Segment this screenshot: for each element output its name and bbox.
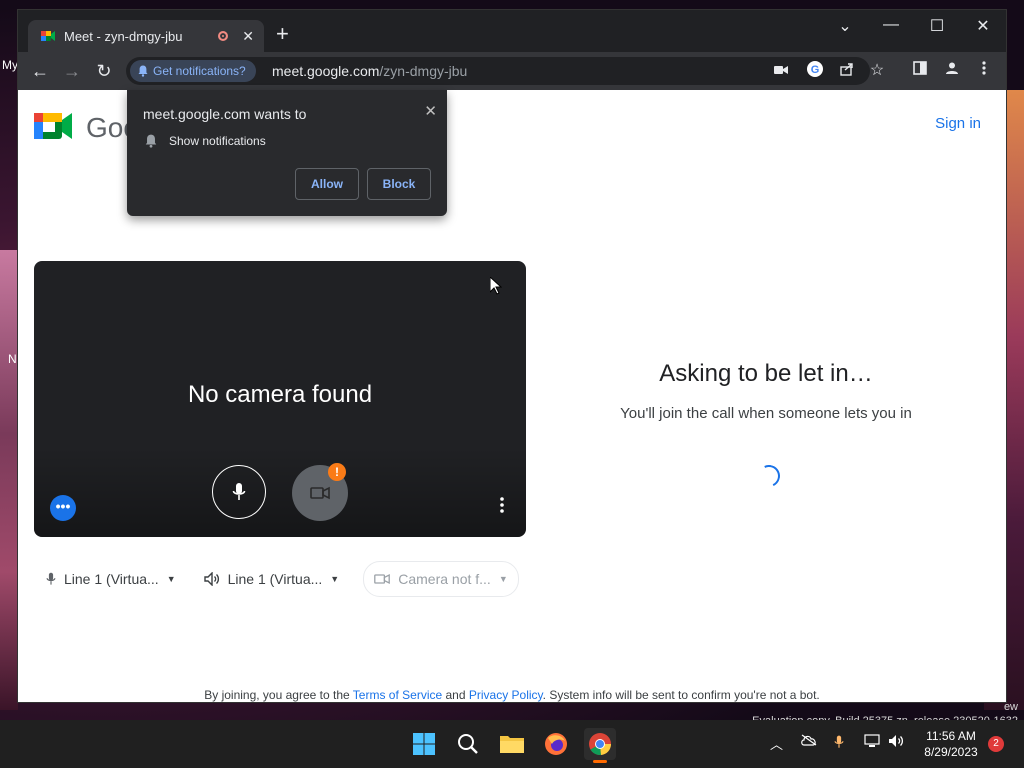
tab-title: Meet - zyn-dmgy-jbu (64, 28, 183, 44)
url-text[interactable]: meet.google.com/zyn-dmgy-jbu (272, 63, 467, 79)
title-bar: Meet - zyn-dmgy-jbu ✕ + ⌄ — ☐ ✕ (18, 10, 1006, 52)
bookmark-star-icon[interactable]: ☆ (868, 60, 886, 80)
chrome-window: Meet - zyn-dmgy-jbu ✕ + ⌄ — ☐ ✕ ← → ↻ Ge… (18, 10, 1006, 702)
video-camera-icon (374, 573, 391, 585)
back-button[interactable]: ← (28, 60, 52, 82)
footer-text: By joining, you agree to the (204, 688, 350, 702)
microphone-icon (232, 483, 246, 500)
notification-permission-chip[interactable]: Get notifications? (130, 60, 256, 82)
camera-preview: No camera found ! ••• (34, 261, 526, 537)
folder-icon (500, 736, 524, 753)
waiting-title: Asking to be let in… (659, 360, 873, 387)
maximize-button[interactable]: ☐ (922, 16, 952, 36)
permission-row: Show notifications (145, 134, 266, 148)
speaker-icon (203, 572, 219, 586)
wallpaper (0, 250, 18, 710)
clock-date: 8/29/2023 (924, 745, 978, 759)
waiting-message: You'll join the call when someone lets y… (620, 405, 912, 422)
block-button[interactable]: Block (367, 168, 431, 200)
taskbar: ︿ 11:56 AM 8/29/2023 2 (0, 720, 1024, 768)
chevron-down-icon: ▼ (330, 574, 340, 584)
microphone-select[interactable]: Line 1 (Virtua... ▼ (36, 562, 186, 596)
profile-icon[interactable] (942, 61, 962, 79)
show-hidden-icons-chevron-icon[interactable]: ︿ (770, 734, 783, 753)
desktop-icon-label[interactable]: My (2, 58, 18, 72)
chrome-menu-icon[interactable] (974, 61, 994, 79)
tab-search-button[interactable]: ⌄ (830, 16, 860, 36)
tab-meet[interactable]: Meet - zyn-dmgy-jbu ✕ (28, 20, 264, 52)
terms-footer: By joining, you agree to the Terms of Se… (18, 688, 1006, 702)
footer-text: and (445, 688, 466, 702)
tab-close-icon[interactable]: ✕ (242, 28, 254, 45)
share-icon[interactable] (838, 62, 856, 79)
chevron-down-icon: ▼ (166, 574, 176, 584)
new-tab-button[interactable]: + (276, 23, 289, 45)
microphone-icon (46, 572, 56, 585)
bell-icon (145, 134, 157, 148)
meet-favicon-icon (41, 31, 55, 41)
microphone-select-label: Line 1 (Virtua... (64, 571, 159, 587)
file-explorer-button[interactable] (496, 728, 528, 760)
speaker-select[interactable]: Line 1 (Virtua... ▼ (194, 562, 350, 596)
allow-button[interactable]: Allow (295, 168, 359, 200)
chip-label: Get notifications? (153, 64, 246, 78)
windows-logo-icon (413, 733, 435, 755)
minimize-button[interactable]: — (876, 16, 906, 34)
microphone-in-use-icon[interactable] (834, 734, 844, 753)
volume-icon[interactable] (888, 734, 904, 751)
chrome-button[interactable] (584, 728, 616, 763)
search-button[interactable] (452, 728, 484, 760)
loading-spinner-icon (754, 461, 784, 491)
onedrive-cloud-icon[interactable] (800, 734, 818, 749)
firefox-icon (545, 733, 567, 755)
no-camera-message: No camera found (187, 381, 373, 408)
microphone-toggle-button[interactable] (212, 465, 266, 519)
camera-select[interactable]: Camera not f... ▼ (363, 561, 519, 597)
browser-toolbar: ← → ↻ Get notifications? meet.google.com… (18, 52, 1006, 90)
clock-time: 11:56 AM (926, 729, 976, 743)
popup-title: meet.google.com wants to (143, 106, 307, 122)
more-options-icon[interactable] (500, 497, 504, 513)
watermark-line: ew (1003, 701, 1018, 713)
address-bar[interactable]: Get notifications? meet.google.com/zyn-d… (126, 57, 884, 85)
chevron-down-icon: ▼ (498, 574, 508, 584)
system-clock[interactable]: 11:56 AM 8/29/2023 (916, 728, 986, 760)
popup-close-icon[interactable]: ✕ (424, 102, 437, 120)
search-icon (458, 734, 478, 754)
effects-button[interactable]: ••• (50, 495, 76, 521)
camera-blocked-icon[interactable] (772, 62, 790, 78)
desktop-icon-label[interactable]: N (8, 352, 17, 366)
notification-center-badge[interactable]: 2 (988, 736, 1004, 752)
google-meet-logo-icon (34, 113, 72, 139)
speaker-select-label: Line 1 (Virtua... (227, 571, 323, 587)
reload-button[interactable]: ↻ (92, 60, 116, 82)
camera-select-label: Camera not f... (398, 571, 491, 587)
start-button[interactable] (408, 728, 440, 760)
recording-indicator-icon (218, 31, 229, 41)
firefox-button[interactable] (540, 728, 572, 760)
permission-label: Show notifications (169, 134, 266, 148)
network-icon[interactable] (864, 734, 880, 751)
camera-warning-badge: ! (328, 463, 346, 481)
url-host: meet.google.com (272, 63, 380, 79)
device-selectors: Line 1 (Virtua... ▼ Line 1 (Virtua... ▼ … (36, 561, 519, 597)
notification-permission-popup: meet.google.com wants to ✕ Show notifica… (127, 90, 447, 216)
svg-text:G: G (811, 64, 820, 76)
bell-icon (138, 65, 148, 77)
google-icon[interactable]: G (806, 61, 824, 80)
video-camera-icon (310, 486, 330, 500)
sign-in-link[interactable]: Sign in (935, 115, 981, 132)
chrome-icon (589, 733, 612, 756)
terms-of-service-link[interactable]: Terms of Service (353, 688, 442, 702)
footer-text: . System info will be sent to confirm yo… (542, 688, 820, 702)
mouse-cursor-icon (490, 277, 502, 295)
side-panel-icon[interactable] (910, 61, 930, 79)
privacy-policy-link[interactable]: Privacy Policy (469, 688, 543, 702)
close-window-button[interactable]: ✕ (968, 16, 998, 36)
url-path: /zyn-dmgy-jbu (379, 63, 468, 79)
preview-gradient (34, 447, 526, 537)
forward-button[interactable]: → (60, 60, 84, 82)
